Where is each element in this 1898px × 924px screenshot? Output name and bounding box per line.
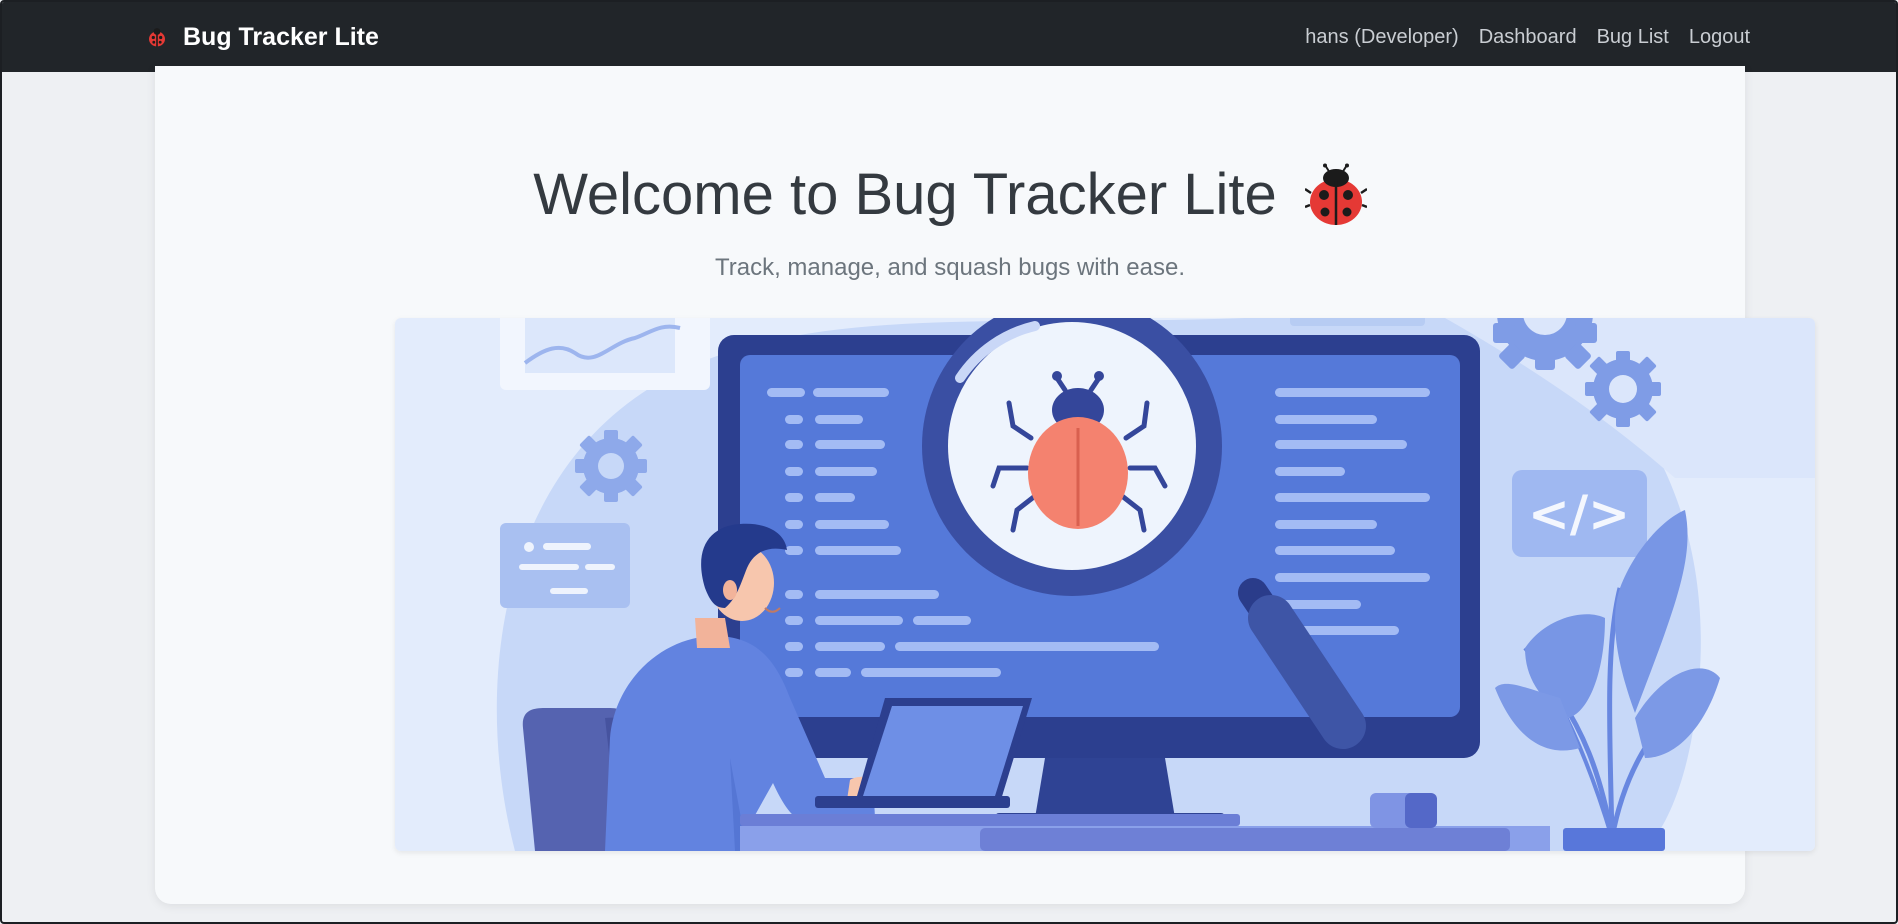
page-title: Welcome to Bug Tracker Lite: [155, 160, 1745, 230]
gear-icon: [575, 430, 647, 502]
nav-link-logout[interactable]: Logout: [1689, 26, 1750, 49]
chart-card: [500, 318, 710, 390]
ladybug-icon: [1304, 163, 1367, 225]
nav-link-dashboard[interactable]: Dashboard: [1479, 26, 1577, 49]
page-title-text: Welcome to Bug Tracker Lite: [533, 162, 1277, 227]
nav-user-profile[interactable]: hans (Developer): [1305, 26, 1458, 49]
gear-icon: [1585, 351, 1661, 427]
ladybug-icon: [149, 28, 165, 47]
hero-illustration: </>: [395, 318, 1815, 851]
top-navbar: Bug Tracker Lite hans (Developer) Dashbo…: [2, 2, 1896, 72]
navbar-links: hans (Developer) Dashboard Bug List Logo…: [1305, 2, 1750, 72]
welcome-card: Welcome to Bug Tracker Lite Track, manag…: [155, 66, 1815, 904]
nav-link-bug-list[interactable]: Bug List: [1597, 26, 1669, 49]
navbar-brand[interactable]: Bug Tracker Lite: [145, 2, 379, 72]
developer-debugging-illustration: </>: [395, 318, 1815, 851]
code-tag-card: </>: [1512, 470, 1647, 557]
note-card: [500, 523, 630, 608]
page-subtitle: Track, manage, and squash bugs with ease…: [714, 254, 1186, 281]
code-tag-label: </>: [1528, 485, 1630, 543]
gear-icon: [1493, 318, 1597, 370]
brand-name: Bug Tracker Lite: [183, 22, 379, 51]
browser-frame: Bug Tracker Lite hans (Developer) Dashbo…: [0, 0, 1898, 924]
